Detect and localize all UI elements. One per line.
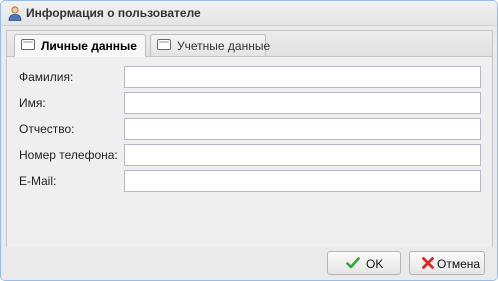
first-name-label: Имя: <box>19 96 46 110</box>
dialog-title: Информация о пользователе <box>26 6 201 20</box>
personal-data-form: Фамилия: Имя: Отчество: Номер телефона: … <box>7 57 492 249</box>
user-icon <box>8 6 22 21</box>
dialog-body: Личные данные Учетные данные Фамилия: Им… <box>1 26 497 280</box>
form-row-phone: Номер телефона: <box>7 144 492 166</box>
tab-label: Учетные данные <box>177 39 271 53</box>
form-row-first-name: Имя: <box>7 92 492 114</box>
phone-label: Номер телефона: <box>19 148 118 162</box>
phone-field[interactable] <box>124 144 481 166</box>
form-row-email: E-Mail: <box>7 170 492 192</box>
cancel-button-label: Отмена <box>437 257 481 271</box>
last-name-label: Фамилия: <box>19 70 74 84</box>
tab-personal-data[interactable]: Личные данные <box>14 34 146 57</box>
cancel-button[interactable]: Отмена <box>409 251 485 275</box>
form-row-last-name: Фамилия: <box>7 66 492 88</box>
tab-label: Личные данные <box>41 39 137 53</box>
form-row-middle-name: Отчество: <box>7 118 492 140</box>
middle-name-label: Отчество: <box>19 122 75 136</box>
last-name-field[interactable] <box>124 66 481 88</box>
ok-button[interactable]: OK <box>327 251 401 275</box>
checkmark-icon <box>346 257 360 269</box>
middle-name-field[interactable] <box>124 118 481 140</box>
tab-strip: Личные данные Учетные данные <box>7 31 492 57</box>
email-field[interactable] <box>124 170 481 192</box>
cross-icon <box>422 257 434 269</box>
email-label: E-Mail: <box>19 174 57 188</box>
ok-button-label: OK <box>366 257 384 271</box>
dialog-header[interactable]: Информация о пользователе <box>1 1 497 26</box>
user-info-dialog: Информация о пользователе Личные данные … <box>0 0 498 281</box>
first-name-field[interactable] <box>124 92 481 114</box>
tab-icon <box>157 39 171 50</box>
tab-icon <box>21 39 35 50</box>
dialog-footer: OK Отмена <box>1 247 497 280</box>
tab-account-data[interactable]: Учетные данные <box>150 34 270 56</box>
tab-panel: Личные данные Учетные данные Фамилия: Им… <box>6 30 493 250</box>
